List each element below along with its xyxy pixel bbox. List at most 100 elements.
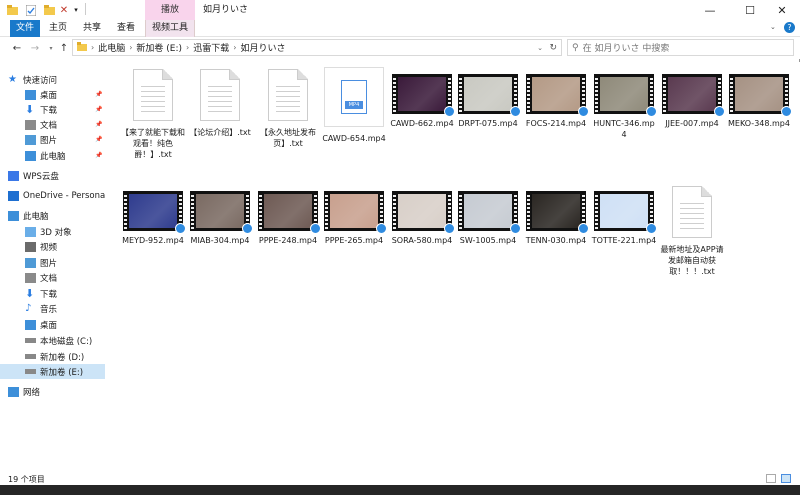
file-item[interactable]: MEKO-348.mp4 — [726, 67, 792, 129]
file-item[interactable]: MIAB-304.mp4 — [187, 184, 253, 246]
sidebar-item[interactable]: 新加卷 (D:) — [0, 349, 105, 364]
player-badge-icon — [510, 106, 521, 117]
delete-icon[interactable]: ✕ — [58, 3, 70, 17]
file-item[interactable]: SW-1005.mp4 — [455, 184, 521, 246]
sidebar-item[interactable]: 3D 对象 — [0, 224, 105, 239]
help-icon[interactable]: ? — [784, 22, 795, 33]
taskbar-strip — [0, 485, 800, 495]
file-name: 【来了就能下载和观看！纯色爵！】.txt — [121, 128, 185, 159]
file-item[interactable]: FOCS-214.mp4 — [523, 67, 589, 129]
sidebar-item[interactable]: 本地磁盘 (C:) — [0, 333, 105, 348]
sidebar-item[interactable]: 文档 📌 — [0, 117, 105, 132]
sidebar-item-label: 3D 对象 — [40, 227, 72, 238]
video-thumbnail — [190, 191, 253, 234]
file-name: MEKO-348.mp4 — [728, 119, 790, 128]
pin-icon: 📌 — [95, 136, 103, 143]
large-icons-view-icon[interactable] — [781, 474, 791, 483]
recent-dropdown-icon[interactable]: ▾ — [45, 41, 57, 55]
tab-video-tools[interactable]: 视频工具 — [145, 20, 195, 37]
sidebar-item[interactable]: ⬇ 下载 📌 — [0, 102, 105, 117]
window-title: 如月りいさ — [203, 5, 249, 15]
sidebar-item[interactable]: 新加卷 (E:) — [0, 364, 105, 379]
video-thumbnail — [392, 191, 455, 234]
file-item[interactable]: 【来了就能下载和观看！纯色爵！】.txt — [120, 67, 186, 160]
tab-view[interactable]: 查看 — [112, 20, 140, 37]
star-icon: ★ — [8, 73, 17, 85]
file-item[interactable]: MP4 CAWD-654.mp4 — [321, 67, 387, 144]
file-item[interactable]: TOTTE-221.mp4 — [591, 184, 657, 246]
sidebar-item[interactable]: 此电脑 — [0, 208, 105, 223]
file-name: CAWD-654.mp4 — [322, 134, 386, 143]
maximize-button[interactable]: ☐ — [732, 0, 768, 20]
sidebar-item[interactable]: 网络 — [0, 384, 105, 399]
chevron-right-icon: › — [186, 43, 190, 52]
sidebar-item-label: 图片 — [40, 135, 58, 146]
minimize-button[interactable]: — — [692, 0, 728, 20]
sidebar-item-label: 桌面 — [40, 320, 58, 331]
pc-icon — [8, 210, 19, 221]
sidebar-item-label: 新加卷 (E:) — [40, 367, 84, 378]
properties-icon[interactable] — [25, 3, 37, 17]
tab-share[interactable]: 共享 — [78, 20, 106, 37]
sidebar-item[interactable]: 图片 — [0, 255, 105, 270]
sidebar-item[interactable]: 视频 — [0, 239, 105, 254]
file-item[interactable]: JJEE-007.mp4 — [659, 67, 725, 129]
file-item[interactable]: MEYD-952.mp4 — [120, 184, 186, 246]
sidebar-item[interactable]: 桌面 📌 — [0, 87, 105, 102]
player-badge-icon — [578, 223, 589, 234]
player-badge-icon — [242, 223, 253, 234]
file-item[interactable]: TENN-030.mp4 — [523, 184, 589, 246]
music-icon: ♪ — [25, 302, 32, 314]
file-item[interactable]: 最新地址及APP请发邮箱自动获取！！！.txt — [659, 184, 725, 277]
file-item[interactable]: DRPT-075.mp4 — [455, 67, 521, 129]
sidebar-item[interactable]: 文档 — [0, 270, 105, 285]
search-input[interactable]: ⚲ 在 如月りいさ 中搜索 — [567, 39, 794, 56]
sidebar-item-label: 文档 — [40, 273, 58, 284]
chevron-right-icon: › — [129, 43, 133, 52]
file-item[interactable]: 【论坛介绍】.txt — [187, 67, 253, 138]
file-item[interactable]: SORA-580.mp4 — [389, 184, 455, 246]
file-item[interactable]: 【永久地址发布页】.txt — [255, 67, 321, 149]
up-arrow-icon[interactable]: ↑ — [58, 41, 70, 55]
breadcrumb-current-folder[interactable]: 如月りいさ — [240, 41, 285, 54]
qa-dropdown-icon[interactable]: ▾ — [71, 3, 81, 17]
back-arrow-icon[interactable]: ← — [11, 41, 23, 55]
breadcrumb-drive-e[interactable]: 新加卷 (E:) — [136, 41, 182, 54]
tab-file[interactable]: 文件 — [10, 20, 40, 37]
address-bar[interactable]: › 此电脑 › 新加卷 (E:) › 迅雷下载 › 如月りいさ ⌄ ↻ — [72, 39, 562, 56]
breadcrumb-thunder-downloads[interactable]: 迅雷下载 — [193, 41, 229, 54]
sidebar-item[interactable]: ♪ 音乐 — [0, 301, 105, 316]
document-icon — [25, 272, 36, 283]
breadcrumb-this-pc[interactable]: 此电脑 — [98, 41, 125, 54]
sidebar-item[interactable]: 图片 📌 — [0, 132, 105, 147]
refresh-icon[interactable]: ↻ — [549, 43, 557, 53]
chevron-right-icon: › — [91, 43, 95, 52]
sidebar-item[interactable]: ⬇ 下载 — [0, 286, 105, 301]
file-item[interactable]: PPPE-265.mp4 — [321, 184, 387, 246]
drive-icon — [25, 338, 36, 343]
player-badge-icon — [444, 223, 455, 234]
file-list: 【来了就能下载和观看！纯色爵！】.txt 【论坛介绍】.txt 【永久地址发布页】.… — [108, 62, 800, 474]
file-name: TENN-030.mp4 — [525, 236, 587, 245]
sidebar-item[interactable]: 此电脑 📌 — [0, 148, 105, 163]
file-item[interactable]: HUNTC-346.mp4 — [591, 67, 657, 140]
sidebar-item-label: 音乐 — [40, 304, 58, 315]
expand-ribbon-icon[interactable]: ⌄ — [770, 23, 776, 31]
close-button[interactable]: ✕ — [764, 0, 800, 20]
sidebar-item[interactable]: 桌面 — [0, 317, 105, 332]
forward-arrow-icon[interactable]: → — [29, 41, 41, 55]
divider — [85, 3, 87, 15]
new-folder-icon[interactable] — [43, 3, 55, 17]
file-item[interactable]: PPPE-248.mp4 — [255, 184, 321, 246]
sidebar-item[interactable]: OneDrive - Persona — [0, 188, 105, 203]
tab-home[interactable]: 主页 — [44, 20, 72, 37]
video-thumbnail — [123, 191, 186, 234]
file-item[interactable]: CAWD-662.mp4 — [389, 67, 455, 129]
details-view-icon[interactable] — [766, 474, 776, 483]
sidebar-item[interactable]: ★ 快速访问 — [0, 72, 105, 87]
address-dropdown-icon[interactable]: ⌄ — [537, 44, 543, 52]
sidebar-item[interactable]: WPS云盘 — [0, 168, 105, 183]
player-badge-icon — [646, 223, 657, 234]
video-thumbnail — [526, 191, 589, 234]
drive-icon — [25, 369, 36, 374]
